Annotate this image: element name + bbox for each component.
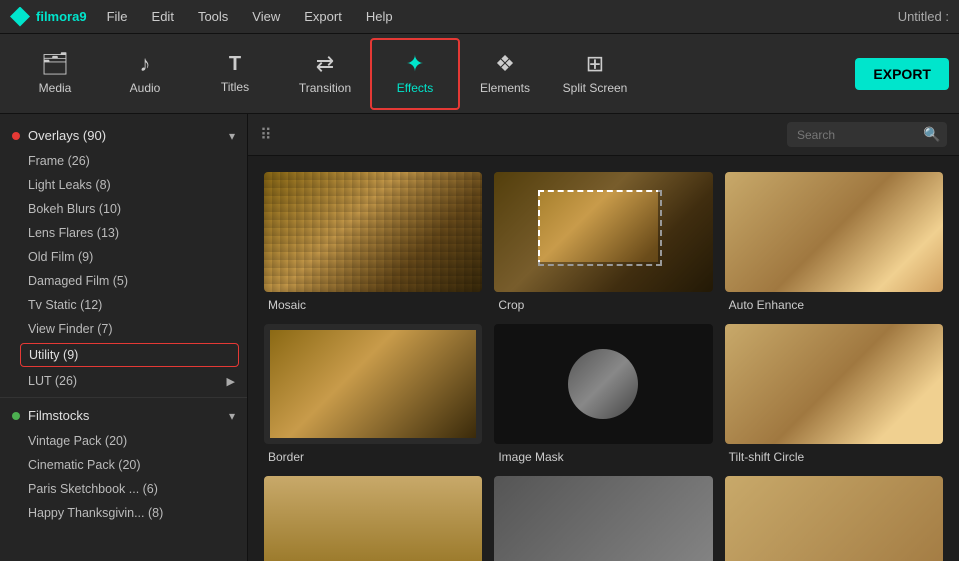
content-toolbar: ⠿ 🔍	[248, 114, 959, 156]
toolbar-media-label: Media	[39, 81, 72, 95]
menu-help[interactable]: Help	[362, 7, 397, 26]
effect-thumb-mosaic	[264, 172, 482, 292]
sidebar-item-lut[interactable]: LUT (26) ▶	[0, 369, 247, 393]
toolbar-split-screen-label: Split Screen	[563, 81, 628, 95]
effect-thumb-image-mask	[494, 324, 712, 444]
window-title: Untitled :	[898, 9, 949, 24]
effect-thumb-tilt-shift	[725, 324, 943, 444]
effects-grid: Mosaic Crop Auto Enhance Border	[248, 156, 959, 561]
effect-card-tilt-shift[interactable]: Tilt-shift Circle	[725, 324, 943, 464]
toolbar-elements-label: Elements	[480, 81, 530, 95]
sidebar-item-view-finder[interactable]: View Finder (7)	[0, 317, 247, 341]
filmstocks-chevron: ▾	[229, 409, 235, 423]
effect-thumb-auto-enhance	[725, 172, 943, 292]
effect-card-partial1[interactable]	[264, 476, 482, 561]
sidebar-item-vintage-pack[interactable]: Vintage Pack (20)	[0, 429, 247, 453]
menu-export[interactable]: Export	[300, 7, 346, 26]
toolbar-titles[interactable]: T Titles	[190, 38, 280, 110]
effect-label-crop: Crop	[494, 298, 524, 312]
filmstocks-dot	[12, 412, 20, 420]
content-area: ⠿ 🔍 Mosaic Crop Auto Enhance	[248, 114, 959, 561]
toolbar-media[interactable]: 🗂 Media	[10, 38, 100, 110]
audio-icon: ♪	[140, 53, 151, 75]
app-logo: filmora9	[10, 7, 87, 27]
effect-label-mosaic: Mosaic	[264, 298, 306, 312]
menu-bar: filmora9 File Edit Tools View Export Hel…	[0, 0, 959, 34]
media-icon: 🗂	[41, 53, 69, 75]
toolbar-audio[interactable]: ♪ Audio	[100, 38, 190, 110]
search-icon[interactable]: 🔍	[923, 126, 940, 143]
sidebar-item-frame[interactable]: Frame (26)	[0, 149, 247, 173]
effect-card-mosaic[interactable]: Mosaic	[264, 172, 482, 312]
sidebar-item-damaged-film[interactable]: Damaged Film (5)	[0, 269, 247, 293]
effect-card-image-mask[interactable]: Image Mask	[494, 324, 712, 464]
lut-arrow: ▶	[227, 375, 235, 388]
sidebar-item-happy-thanksgiving[interactable]: Happy Thanksgivin... (8)	[0, 501, 247, 525]
grid-view-icon[interactable]: ⠿	[260, 125, 272, 145]
effect-label-auto-enhance: Auto Enhance	[725, 298, 804, 312]
titles-icon: T	[229, 54, 241, 74]
effect-card-border[interactable]: Border	[264, 324, 482, 464]
sidebar-section-overlays[interactable]: Overlays (90) ▾	[0, 122, 247, 149]
effect-label-image-mask: Image Mask	[494, 450, 563, 464]
toolbar-elements[interactable]: ❖ Elements	[460, 38, 550, 110]
effect-card-partial2[interactable]	[494, 476, 712, 561]
effect-thumb-border	[264, 324, 482, 444]
effect-card-crop[interactable]: Crop	[494, 172, 712, 312]
sidebar-divider	[0, 397, 247, 398]
transition-icon: ⇄	[316, 53, 334, 75]
menu-file[interactable]: File	[103, 7, 132, 26]
sidebar-item-utility[interactable]: Utility (9)	[20, 343, 239, 367]
menu-edit[interactable]: Edit	[148, 7, 178, 26]
effects-icon: ✦	[406, 53, 424, 75]
sidebar-item-lens-flares[interactable]: Lens Flares (13)	[0, 221, 247, 245]
effect-thumb-partial2	[494, 476, 712, 561]
export-button[interactable]: EXPORT	[855, 58, 949, 90]
sidebar-item-tv-static[interactable]: Tv Static (12)	[0, 293, 247, 317]
overlays-label: Overlays (90)	[28, 128, 106, 143]
overlays-dot	[12, 132, 20, 140]
menu-view[interactable]: View	[248, 7, 284, 26]
effect-card-auto-enhance[interactable]: Auto Enhance	[725, 172, 943, 312]
toolbar-transition[interactable]: ⇄ Transition	[280, 38, 370, 110]
sidebar-item-cinematic-pack[interactable]: Cinematic Pack (20)	[0, 453, 247, 477]
main-layout: Overlays (90) ▾ Frame (26) Light Leaks (…	[0, 114, 959, 561]
sidebar-item-light-leaks[interactable]: Light Leaks (8)	[0, 173, 247, 197]
circle-mask	[568, 349, 638, 419]
sidebar-item-bokeh-blurs[interactable]: Bokeh Blurs (10)	[0, 197, 247, 221]
effect-thumb-partial3	[725, 476, 943, 561]
toolbar-split-screen[interactable]: ⊞ Split Screen	[550, 38, 640, 110]
effect-label-tilt-shift: Tilt-shift Circle	[725, 450, 805, 464]
effect-label-border: Border	[264, 450, 304, 464]
toolbar-transition-label: Transition	[299, 81, 351, 95]
toolbar-effects[interactable]: ✦ Effects	[370, 38, 460, 110]
menu-tools[interactable]: Tools	[194, 7, 232, 26]
sidebar-item-old-film[interactable]: Old Film (9)	[0, 245, 247, 269]
logo-icon	[10, 7, 30, 27]
sidebar-section-filmstocks[interactable]: Filmstocks ▾	[0, 402, 247, 429]
effect-card-partial3[interactable]	[725, 476, 943, 561]
sidebar-item-paris-sketchbook[interactable]: Paris Sketchbook ... (6)	[0, 477, 247, 501]
search-box: 🔍	[787, 122, 947, 147]
toolbar-titles-label: Titles	[221, 80, 249, 94]
sidebar: Overlays (90) ▾ Frame (26) Light Leaks (…	[0, 114, 248, 561]
toolbar-effects-label: Effects	[397, 81, 433, 95]
effect-thumb-crop	[494, 172, 712, 292]
effect-thumb-partial1	[264, 476, 482, 561]
toolbar: 🗂 Media ♪ Audio T Titles ⇄ Transition ✦ …	[0, 34, 959, 114]
filmstocks-label: Filmstocks	[28, 408, 89, 423]
elements-icon: ❖	[495, 53, 515, 75]
app-name: filmora9	[36, 9, 87, 24]
overlays-chevron: ▾	[229, 129, 235, 143]
toolbar-audio-label: Audio	[130, 81, 161, 95]
search-input[interactable]	[797, 128, 917, 142]
split-screen-icon: ⊞	[586, 53, 604, 75]
